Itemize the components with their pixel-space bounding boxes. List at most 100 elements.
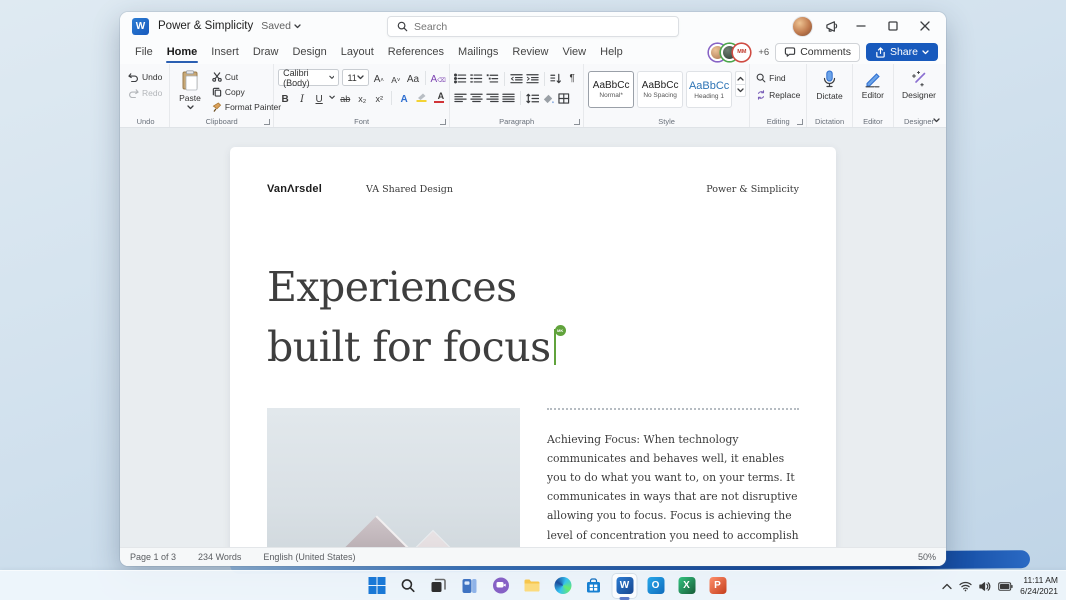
tab-file[interactable]: File	[128, 42, 160, 62]
tab-draw[interactable]: Draw	[246, 42, 286, 62]
chat-button[interactable]	[489, 574, 513, 598]
format-painter-button[interactable]: Format Painter	[210, 101, 283, 113]
borders-icon[interactable]	[558, 92, 570, 104]
multilevel-list-icon[interactable]	[486, 73, 499, 84]
increase-indent-icon[interactable]	[526, 73, 539, 84]
grow-font-button[interactable]: A ˄	[372, 70, 386, 85]
tab-mailings[interactable]: Mailings	[451, 42, 505, 62]
autosave-status[interactable]: Saved	[261, 20, 301, 32]
shrink-font-button[interactable]: A ˅	[389, 70, 403, 85]
font-color-button[interactable]: A	[431, 90, 445, 105]
clear-formatting-button[interactable]: A ⌫	[431, 70, 446, 85]
share-button[interactable]: Share	[865, 43, 938, 61]
tab-layout[interactable]: Layout	[334, 42, 381, 62]
language-indicator[interactable]: English (United States)	[263, 552, 355, 562]
document-image[interactable]	[267, 407, 520, 547]
editor-button[interactable]: Editor	[857, 69, 889, 115]
change-case-button[interactable]: Aa	[406, 70, 421, 85]
close-button[interactable]	[910, 15, 940, 37]
style-normal[interactable]: AaBbCc Normal*	[588, 71, 635, 108]
line-spacing-icon[interactable]	[526, 93, 540, 104]
tab-insert[interactable]: Insert	[204, 42, 246, 62]
start-button[interactable]	[365, 574, 389, 598]
strikethrough-button[interactable]: ab	[338, 90, 352, 105]
search-bar[interactable]	[387, 16, 679, 37]
tab-design[interactable]: Design	[285, 42, 333, 62]
minimize-button[interactable]	[846, 15, 876, 37]
style-gallery-up[interactable]	[736, 72, 745, 84]
wifi-icon[interactable]	[959, 581, 972, 592]
superscript-button[interactable]: x²	[372, 90, 386, 105]
taskbar-powerpoint-button[interactable]: P	[706, 574, 730, 598]
tab-view[interactable]: View	[555, 42, 593, 62]
align-right-icon[interactable]	[486, 93, 499, 103]
document-page[interactable]: VanΛrsdel VA Shared Design Power & Simpl…	[230, 147, 836, 547]
sort-icon[interactable]	[550, 73, 562, 84]
widgets-button[interactable]	[458, 574, 482, 598]
tab-home[interactable]: Home	[160, 42, 205, 63]
speaker-icon[interactable]	[979, 581, 991, 592]
document-canvas[interactable]: VanΛrsdel VA Shared Design Power & Simpl…	[120, 128, 946, 547]
taskbar-outlook-button[interactable]: O	[644, 574, 668, 598]
account-avatar[interactable]	[792, 15, 813, 37]
collapse-ribbon-chevron[interactable]	[933, 118, 940, 123]
bullet-list-icon[interactable]	[454, 73, 467, 84]
show-formatting-marks-button[interactable]: ¶	[565, 71, 579, 86]
tab-help[interactable]: Help	[593, 42, 630, 62]
word-count[interactable]: 234 Words	[198, 552, 241, 562]
store-button[interactable]	[582, 574, 606, 598]
taskbar-search-button[interactable]	[396, 574, 420, 598]
style-no-spacing[interactable]: AaBbCc No Spacing	[637, 71, 684, 108]
coauthor-avatar-3[interactable]: MM	[733, 43, 751, 61]
undo-button[interactable]: Undo	[126, 71, 164, 83]
dictate-button[interactable]: Dictate	[811, 69, 847, 115]
highlight-button[interactable]	[414, 90, 428, 105]
editing-dialog-launcher[interactable]	[797, 119, 804, 125]
comments-button[interactable]: Comments	[775, 42, 860, 62]
taskbar-excel-button[interactable]: X	[675, 574, 699, 598]
style-heading1[interactable]: AaBbCc Heading 1	[686, 71, 733, 108]
zoom-level[interactable]: 50%	[918, 552, 936, 562]
file-explorer-button[interactable]	[520, 574, 544, 598]
paragraph-dialog-launcher[interactable]	[574, 119, 581, 125]
underline-dropdown[interactable]	[329, 95, 335, 100]
battery-icon[interactable]	[998, 581, 1013, 591]
tab-references[interactable]: References	[381, 42, 451, 62]
tray-chevron-up-icon[interactable]	[942, 583, 952, 590]
subscript-button[interactable]: x₂	[355, 90, 369, 105]
find-button[interactable]: Find	[754, 72, 802, 84]
redo-button[interactable]: Redo	[126, 87, 164, 99]
shading-icon[interactable]	[542, 93, 555, 104]
clipboard-dialog-launcher[interactable]	[264, 119, 271, 125]
font-name-combobox[interactable]: Calibri (Body)	[278, 68, 340, 88]
edge-button[interactable]	[551, 574, 575, 598]
bold-button[interactable]: B	[278, 90, 292, 105]
style-gallery-more[interactable]	[736, 84, 746, 96]
maximize-button[interactable]	[878, 15, 908, 37]
justify-icon[interactable]	[502, 93, 515, 103]
coauthor-overflow-count[interactable]: +6	[758, 47, 769, 58]
megaphone-icon[interactable]	[825, 19, 840, 33]
designer-button[interactable]: Designer	[897, 69, 941, 115]
page-indicator[interactable]: Page 1 of 3	[130, 552, 176, 562]
replace-button[interactable]: Replace	[754, 89, 802, 101]
task-view-button[interactable]	[427, 574, 451, 598]
paste-button[interactable]: Paste	[174, 69, 206, 115]
editing-group: Find Replace Editing	[750, 64, 808, 127]
font-dialog-launcher[interactable]	[440, 119, 447, 125]
tab-review[interactable]: Review	[505, 42, 555, 62]
underline-button[interactable]: U	[312, 90, 326, 105]
cut-button[interactable]: Cut	[210, 71, 283, 83]
text-effects-button[interactable]: A	[397, 90, 411, 105]
clock[interactable]: 11:11 AM 6/24/2021	[1020, 575, 1058, 597]
italic-button[interactable]: I	[295, 90, 309, 105]
decrease-indent-icon[interactable]	[510, 73, 523, 84]
find-label: Find	[769, 73, 786, 83]
font-size-combobox[interactable]: 11	[342, 69, 369, 86]
search-input[interactable]	[414, 20, 634, 33]
copy-button[interactable]: Copy	[210, 86, 283, 98]
align-center-icon[interactable]	[470, 93, 483, 103]
taskbar-word-button[interactable]: W	[612, 573, 637, 600]
numbered-list-icon[interactable]	[470, 73, 483, 84]
align-left-icon[interactable]	[454, 93, 467, 103]
